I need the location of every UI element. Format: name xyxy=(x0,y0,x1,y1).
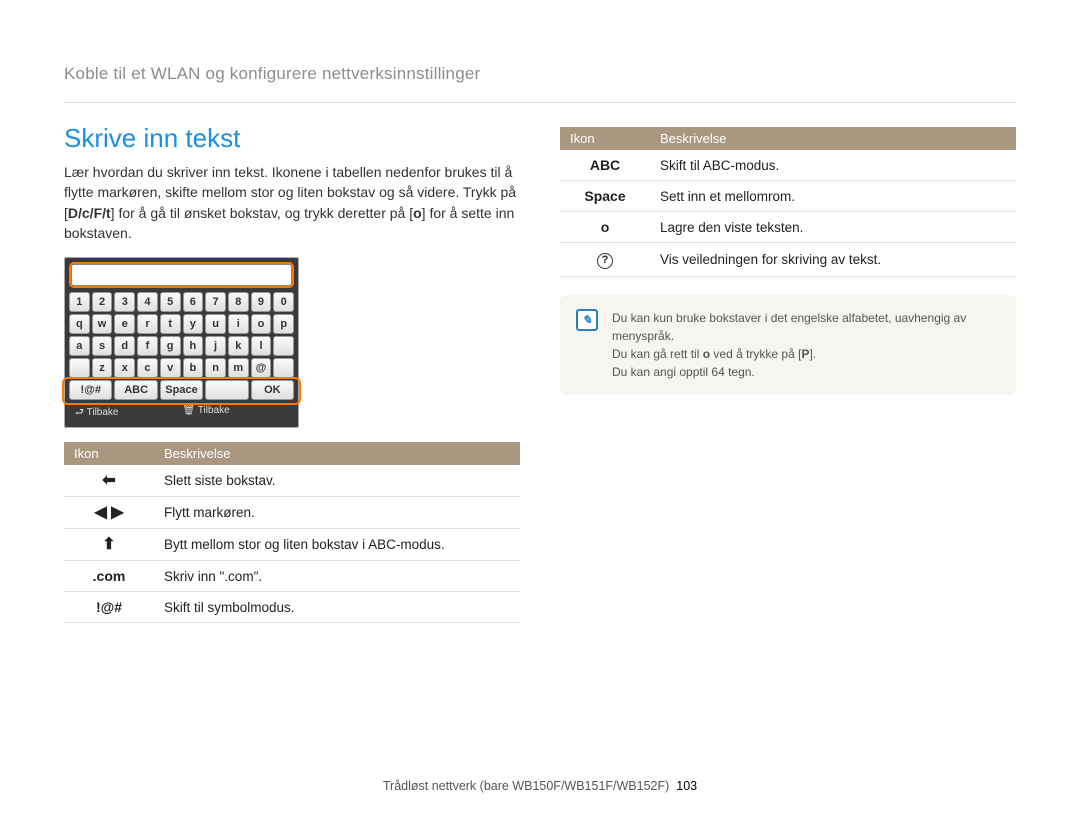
icon-cell: ⬅ xyxy=(64,465,154,497)
keyboard-key xyxy=(273,336,294,356)
keyboard-key: i xyxy=(228,314,249,334)
keyboard-bottom-bar: ⮐ Tilbake 🗑 Tilbake xyxy=(65,402,298,425)
desc-cell: Sett inn et mellomrom. xyxy=(650,181,1016,212)
keyboard-key: z xyxy=(92,358,113,378)
table-row: ⬆Bytt mellom stor og liten bokstav i ABC… xyxy=(64,529,520,561)
desc-cell: Vis veiledningen for skriving av tekst. xyxy=(650,243,1016,277)
icon-cell: !@# xyxy=(64,592,154,623)
keyboard-illustration: 1234567890 qwertyuiop asdfghjkl zxcvbnm@… xyxy=(64,257,299,428)
keyboard-row-5: !@#ABCSpace OK xyxy=(65,380,298,402)
breadcrumb: Koble til et WLAN og konfigurere nettver… xyxy=(64,64,1016,84)
keyboard-key: n xyxy=(205,358,226,378)
keyboard-key: a xyxy=(69,336,90,356)
keyboard-key: 2 xyxy=(92,292,113,312)
keyboard-key: k xyxy=(228,336,249,356)
keyboard-key: 0 xyxy=(273,292,294,312)
table-header-icon: Ikon xyxy=(560,127,650,150)
keyboard-key: t xyxy=(160,314,181,334)
right-icon-table: Ikon Beskrivelse ABCSkift til ABC-modus.… xyxy=(560,127,1016,277)
table-header-icon: Ikon xyxy=(64,442,154,465)
table-row: ◀ ▶Flytt markøren. xyxy=(64,497,520,529)
keyboard-key: OK xyxy=(251,380,294,400)
keyboard-key: !@# xyxy=(69,380,112,400)
icon-cell: Space xyxy=(560,181,650,212)
keyboard-key: 3 xyxy=(114,292,135,312)
desc-cell: Bytt mellom stor og liten bokstav i ABC-… xyxy=(154,529,520,561)
keyboard-key: v xyxy=(160,358,181,378)
keyboard-key: Space xyxy=(160,380,203,400)
keyboard-key: 7 xyxy=(205,292,226,312)
keyboard-key: j xyxy=(205,336,226,356)
keyboard-key: m xyxy=(228,358,249,378)
table-row: .comSkriv inn ".com". xyxy=(64,561,520,592)
desc-cell: Flytt markøren. xyxy=(154,497,520,529)
keyboard-key: 1 xyxy=(69,292,90,312)
keyboard-key: 5 xyxy=(160,292,181,312)
keyboard-row-2: qwertyuiop xyxy=(65,314,298,336)
page-footer: Trådløst nettverk (bare WB150F/WB151F/WB… xyxy=(0,779,1080,793)
table-row: ABCSkift til ABC-modus. xyxy=(560,150,1016,181)
keyboard-key: r xyxy=(137,314,158,334)
keyboard-key: 6 xyxy=(183,292,204,312)
keyboard-key: e xyxy=(114,314,135,334)
keyboard-key xyxy=(69,358,90,378)
keyboard-input-field xyxy=(71,264,292,286)
note-icon: ✎ xyxy=(576,309,598,331)
icon-cell: ABC xyxy=(560,150,650,181)
keyboard-key: ABC xyxy=(114,380,157,400)
keyboard-key xyxy=(273,358,294,378)
keyboard-row-3: asdfghjkl xyxy=(65,336,298,358)
keyboard-row-4: zxcvbnm@ xyxy=(65,358,298,380)
desc-cell: Slett siste bokstav. xyxy=(154,465,520,497)
note-line-2: Du kan gå rett til o ved å trykke på [P]… xyxy=(612,345,1000,363)
table-row: SpaceSett inn et mellomrom. xyxy=(560,181,1016,212)
keyboard-key: 9 xyxy=(251,292,272,312)
keyboard-key: w xyxy=(92,314,113,334)
icon-cell: .com xyxy=(64,561,154,592)
keyboard-key: d xyxy=(114,336,135,356)
keyboard-key: @ xyxy=(251,358,272,378)
keyboard-key: c xyxy=(137,358,158,378)
icon-cell: ◀ ▶ xyxy=(64,497,154,529)
table-row: oLagre den viste teksten. xyxy=(560,212,1016,243)
keyboard-row-1: 1234567890 xyxy=(65,292,298,314)
keyboard-key: 4 xyxy=(137,292,158,312)
keyboard-key: 8 xyxy=(228,292,249,312)
table-header-desc: Beskrivelse xyxy=(154,442,520,465)
left-icon-table: Ikon Beskrivelse ⬅Slett siste bokstav.◀ … xyxy=(64,442,520,623)
keyboard-key: g xyxy=(160,336,181,356)
icon-cell: o xyxy=(560,212,650,243)
icon-cell: ? xyxy=(560,243,650,277)
table-header-desc: Beskrivelse xyxy=(650,127,1016,150)
keyboard-key: b xyxy=(183,358,204,378)
keyboard-key: u xyxy=(205,314,226,334)
keyboard-key: x xyxy=(114,358,135,378)
desc-cell: Skriv inn ".com". xyxy=(154,561,520,592)
divider xyxy=(64,102,1016,103)
keyboard-key: h xyxy=(183,336,204,356)
keyboard-key: f xyxy=(137,336,158,356)
desc-cell: Lagre den viste teksten. xyxy=(650,212,1016,243)
keyboard-key: p xyxy=(273,314,294,334)
table-row: ?Vis veiledningen for skriving av tekst. xyxy=(560,243,1016,277)
keyboard-key: o xyxy=(251,314,272,334)
keyboard-key: l xyxy=(251,336,272,356)
desc-cell: Skift til symbolmodus. xyxy=(154,592,520,623)
section-title: Skrive inn tekst xyxy=(64,123,520,154)
keyboard-key: s xyxy=(92,336,113,356)
desc-cell: Skift til ABC-modus. xyxy=(650,150,1016,181)
intro-paragraph: Lær hvordan du skriver inn tekst. Ikonen… xyxy=(64,162,520,243)
keyboard-key: q xyxy=(69,314,90,334)
icon-cell: ⬆ xyxy=(64,529,154,561)
note-box: ✎ Du kan kun bruke bokstaver i det engel… xyxy=(560,295,1016,395)
keyboard-key xyxy=(205,380,248,400)
keyboard-key: y xyxy=(183,314,204,334)
note-line-3: Du kan angi opptil 64 tegn. xyxy=(612,363,1000,381)
note-line-1: Du kan kun bruke bokstaver i det engelsk… xyxy=(612,309,1000,345)
table-row: !@#Skift til symbolmodus. xyxy=(64,592,520,623)
table-row: ⬅Slett siste bokstav. xyxy=(64,465,520,497)
